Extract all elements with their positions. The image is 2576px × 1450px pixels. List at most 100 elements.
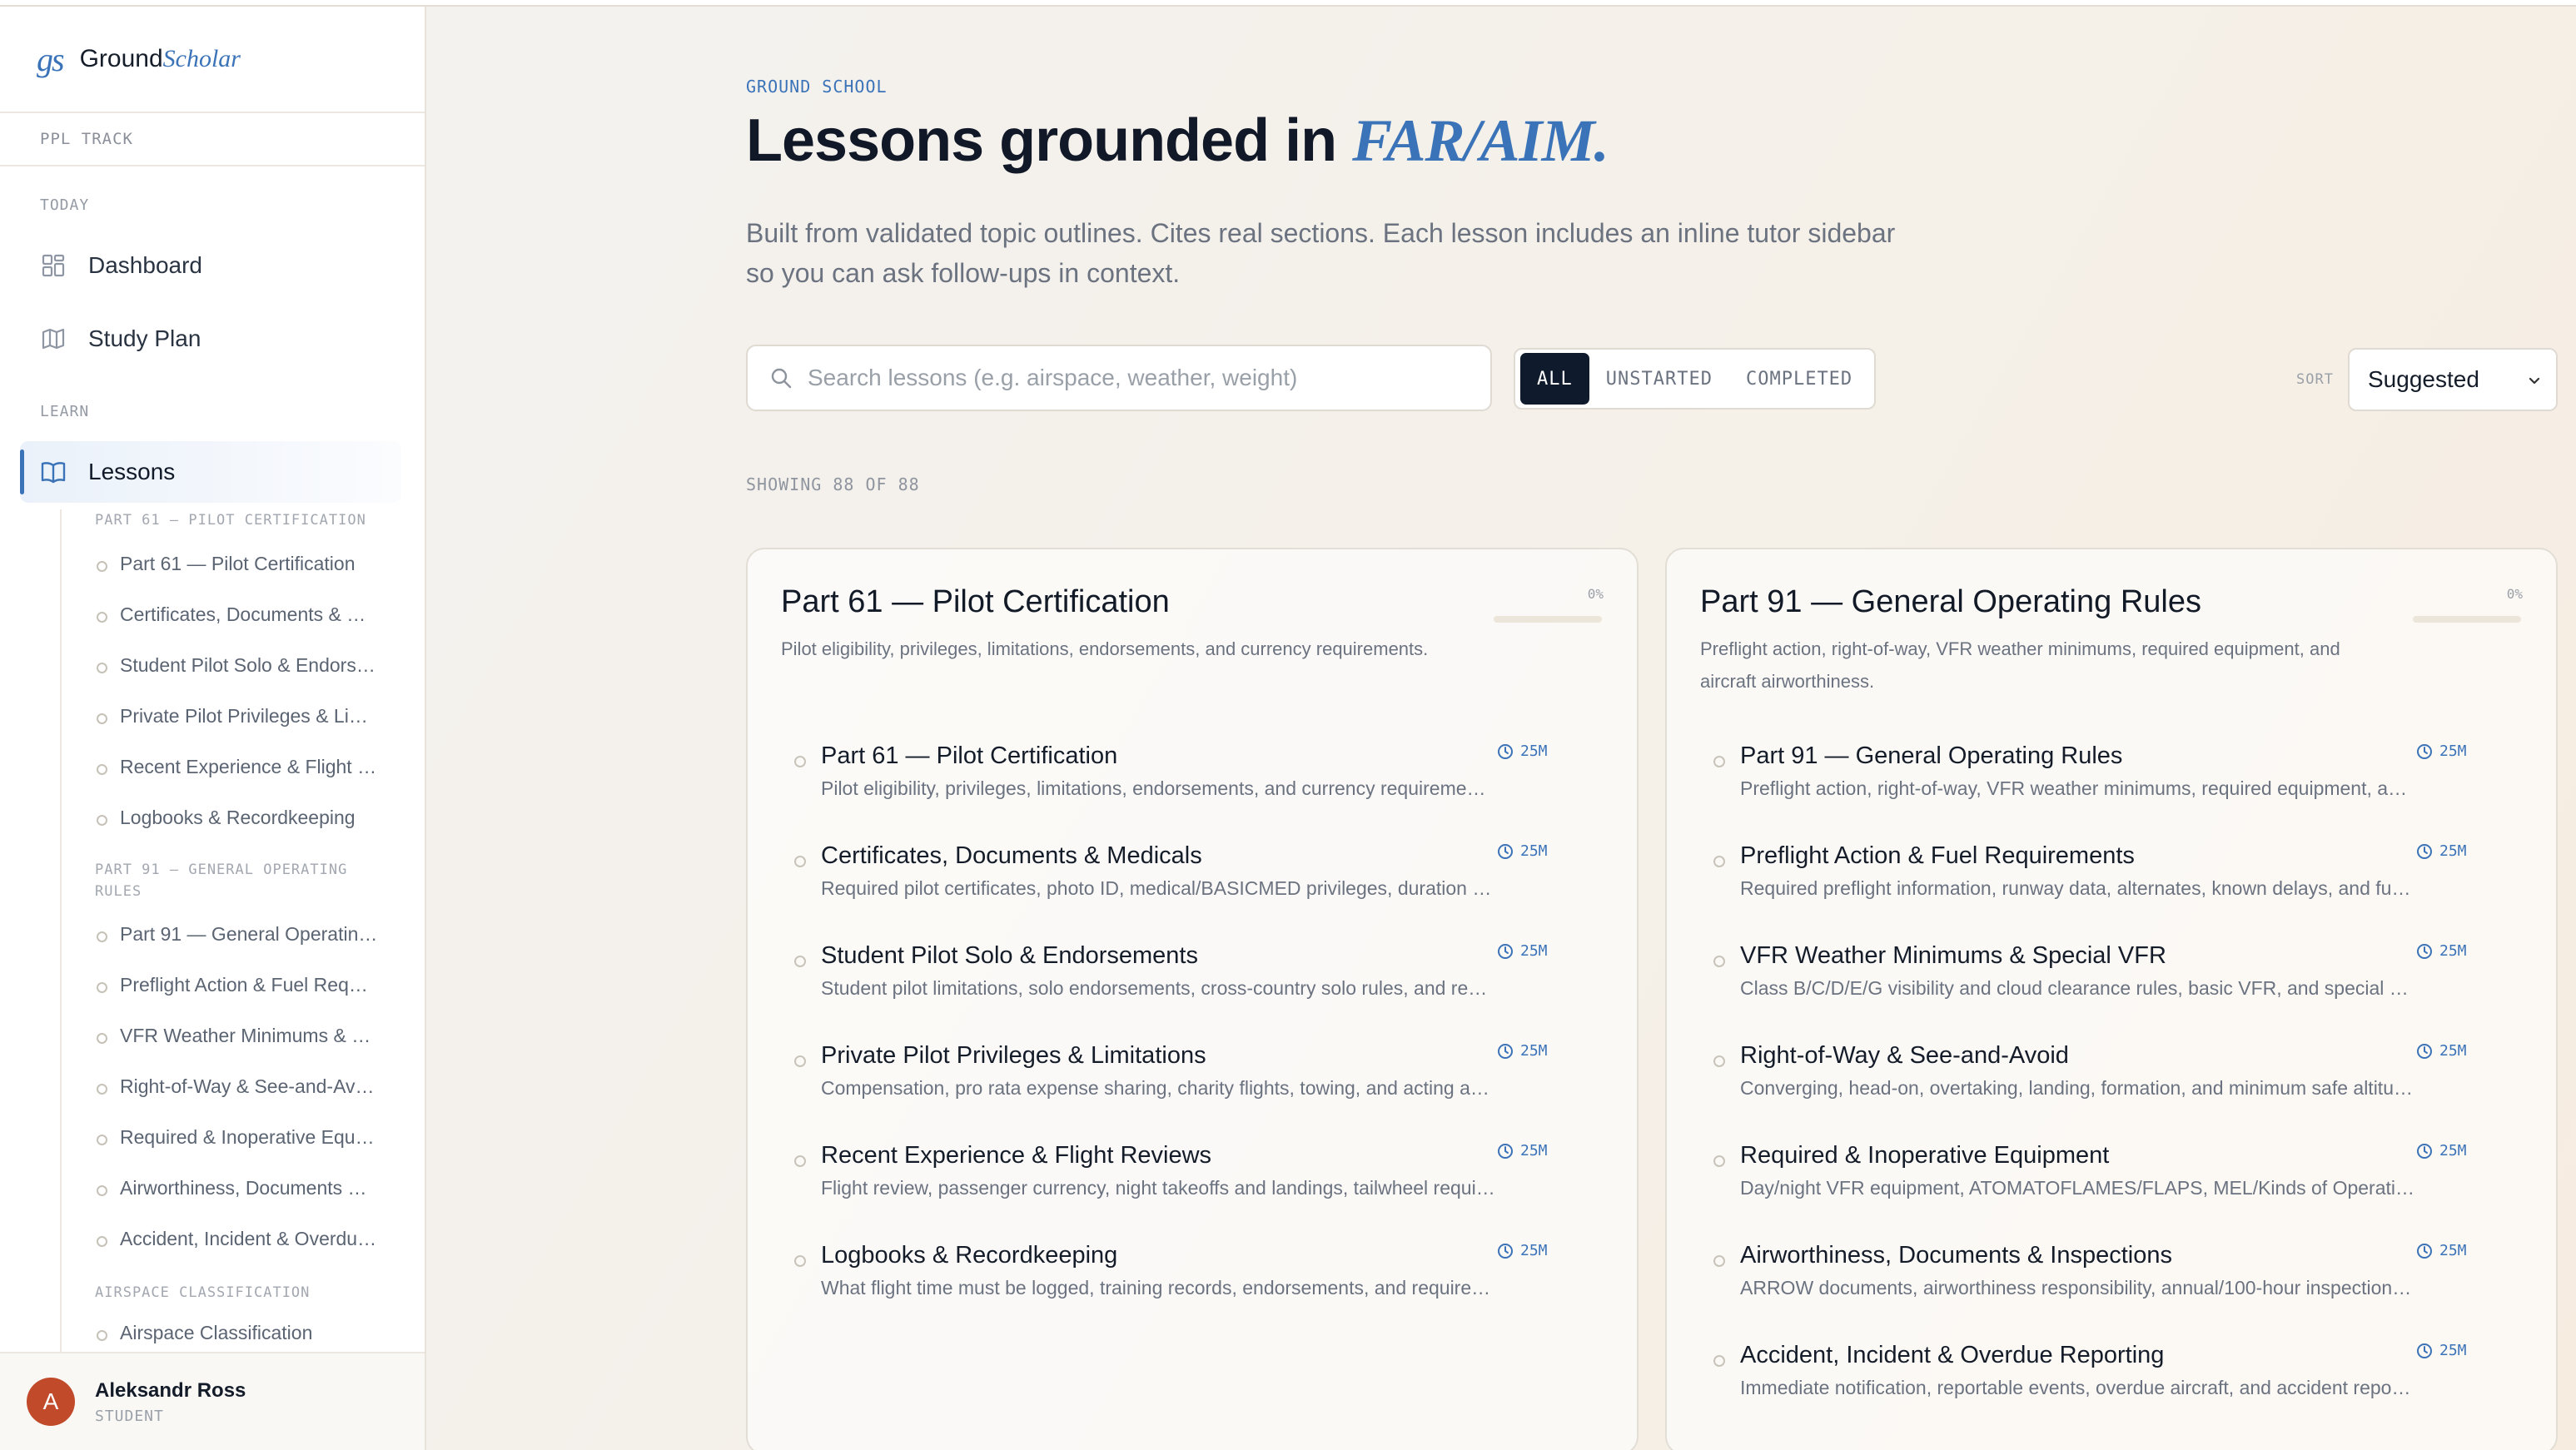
subtree-item[interactable]: Recent Experience & Flight Reviews bbox=[95, 756, 378, 778]
results-count: SHOWING 88 OF 88 bbox=[746, 474, 920, 494]
subtree-group-label: AIRSPACE CLASSIFICATION bbox=[95, 1284, 311, 1301]
lesson-row[interactable]: VFR Weather Minimums & Special VFR Class… bbox=[1700, 942, 2524, 1034]
subtree-item[interactable]: Airworthiness, Documents & Inspections bbox=[95, 1177, 378, 1199]
status-circle-icon bbox=[794, 856, 806, 867]
subtree-item[interactable]: Required & Inoperative Equipment bbox=[95, 1126, 378, 1149]
lesson-description: Student pilot limitations, solo endorsem… bbox=[821, 977, 1495, 999]
lesson-duration: 25M bbox=[1497, 1242, 1548, 1259]
subtree-item[interactable]: Part 61 — Pilot Certification bbox=[95, 553, 378, 575]
subtree-item[interactable]: VFR Weather Minimums & Special VFR bbox=[95, 1025, 378, 1047]
sidebar-item-label: Study Plan bbox=[88, 325, 201, 351]
lesson-title: Accident, Incident & Overdue Reporting bbox=[1740, 1342, 2165, 1368]
lesson-row[interactable]: Required & Inoperative Equipment Day/nig… bbox=[1700, 1142, 2524, 1234]
window-top-border bbox=[0, 0, 2576, 7]
brand-name-ground: Ground bbox=[79, 45, 163, 72]
module-card-part-91[interactable]: Part 91 — General Operating Rules Prefli… bbox=[1665, 548, 2558, 1450]
status-circle-icon bbox=[794, 956, 806, 967]
user-role: STUDENT bbox=[95, 1407, 164, 1425]
lesson-row[interactable]: Student Pilot Solo & Endorsements Studen… bbox=[781, 942, 1605, 1034]
clock-icon bbox=[1497, 843, 1514, 860]
sidebar-item-study-plan[interactable]: Study Plan bbox=[20, 308, 401, 370]
lesson-row[interactable]: Logbooks & Recordkeeping What flight tim… bbox=[781, 1242, 1605, 1333]
status-circle-icon bbox=[794, 756, 806, 767]
subtree-item[interactable]: Student Pilot Solo & Endorsements bbox=[95, 654, 378, 677]
subtree-item[interactable]: Right-of-Way & See-and-Avoid bbox=[95, 1075, 378, 1098]
lesson-row[interactable]: Accident, Incident & Overdue Reporting I… bbox=[1700, 1342, 2524, 1433]
brand-name-scholar: Scholar bbox=[162, 45, 241, 72]
lesson-title: Part 61 — Pilot Certification bbox=[821, 742, 1118, 769]
lesson-row[interactable]: Private Pilot Privileges & Limitations C… bbox=[781, 1042, 1605, 1134]
brand-logo[interactable]: gs GroundScholar bbox=[0, 7, 425, 113]
sidebar-item-lessons[interactable]: Lessons bbox=[20, 441, 401, 503]
lesson-description: Class B/C/D/E/G visibility and cloud cle… bbox=[1740, 977, 2414, 999]
duration-value: 25M bbox=[1520, 942, 1548, 960]
status-circle-icon bbox=[1713, 756, 1725, 767]
subtree-item[interactable]: Private Pilot Privileges & Limitations bbox=[95, 705, 378, 727]
clock-icon bbox=[2416, 1143, 2433, 1160]
lesson-description: Pilot eligibility, privileges, limitatio… bbox=[821, 777, 1495, 799]
sidebar-item-dashboard[interactable]: Dashboard bbox=[20, 235, 401, 296]
search-input[interactable] bbox=[808, 365, 1474, 391]
duration-value: 25M bbox=[1520, 1142, 1548, 1160]
filter-unstarted[interactable]: UNSTARTED bbox=[1589, 353, 1729, 405]
lesson-title: Private Pilot Privileges & Limitations bbox=[821, 1042, 1206, 1069]
lesson-duration: 25M bbox=[2416, 1342, 2467, 1359]
status-circle-icon bbox=[1713, 1355, 1725, 1367]
lesson-duration: 25M bbox=[1497, 1042, 1548, 1060]
lessons-subtree: PART 61 — PILOT CERTIFICATION Part 61 — … bbox=[60, 509, 393, 1358]
clock-icon bbox=[2416, 1243, 2433, 1259]
user-profile[interactable]: A Aleksandr Ross STUDENT bbox=[0, 1352, 425, 1450]
sidebar-item-label: Dashboard bbox=[88, 252, 202, 278]
clock-icon bbox=[1497, 943, 1514, 960]
lesson-row[interactable]: Preflight Action & Fuel Requirements Req… bbox=[1700, 842, 2524, 934]
duration-value: 25M bbox=[1520, 1042, 1548, 1060]
subtree-item[interactable]: Part 91 — General Operating Rules bbox=[95, 923, 378, 946]
lesson-description: Preflight action, right-of-way, VFR weat… bbox=[1740, 777, 2414, 799]
lesson-row[interactable]: Recent Experience & Flight Reviews Fligh… bbox=[781, 1142, 1605, 1234]
duration-value: 25M bbox=[2439, 742, 2467, 760]
lesson-title: Preflight Action & Fuel Requirements bbox=[1740, 842, 2135, 869]
subtree-item[interactable]: Logbooks & Recordkeeping bbox=[95, 807, 378, 829]
status-circle-icon bbox=[794, 1055, 806, 1067]
search-box[interactable] bbox=[746, 345, 1492, 411]
status-circle-icon bbox=[1713, 856, 1725, 867]
subtree-item[interactable]: Airspace Classification bbox=[95, 1322, 378, 1344]
status-circle-icon bbox=[1713, 1155, 1725, 1167]
lesson-duration: 25M bbox=[2416, 1142, 2467, 1160]
sidebar-item-label: Lessons bbox=[88, 459, 176, 484]
filter-completed[interactable]: COMPLETED bbox=[1729, 353, 1869, 405]
filter-tabs: ALL UNSTARTED COMPLETED bbox=[1514, 348, 1877, 410]
section-label-today: TODAY bbox=[40, 196, 90, 214]
clock-icon bbox=[2416, 743, 2433, 760]
page-eyebrow: GROUND SCHOOL bbox=[746, 77, 888, 97]
section-label-learn: LEARN bbox=[40, 403, 90, 420]
module-card-part-61[interactable]: Part 61 — Pilot Certification Pilot elig… bbox=[746, 548, 1639, 1450]
card-progress-bar bbox=[2413, 616, 2521, 623]
lesson-row[interactable]: Certificates, Documents & Medicals Requi… bbox=[781, 842, 1605, 934]
card-progress-bar bbox=[1494, 616, 1602, 623]
lesson-duration: 25M bbox=[2416, 942, 2467, 960]
lesson-row[interactable]: Part 61 — Pilot Certification Pilot elig… bbox=[781, 742, 1605, 834]
subtree-item[interactable]: Preflight Action & Fuel Requirements bbox=[95, 974, 378, 996]
lesson-title: Logbooks & Recordkeeping bbox=[821, 1242, 1118, 1269]
page-title: Lessons grounded in FAR/AIM. bbox=[746, 107, 1609, 176]
lesson-row[interactable]: Airworthiness, Documents & Inspections A… bbox=[1700, 1242, 2524, 1333]
lesson-description: Day/night VFR equipment, ATOMATOFLAMES/F… bbox=[1740, 1177, 2414, 1199]
lesson-title: Required & Inoperative Equipment bbox=[1740, 1142, 2110, 1169]
clock-icon bbox=[2416, 843, 2433, 860]
duration-value: 25M bbox=[1520, 1242, 1548, 1259]
lesson-row[interactable]: Part 91 — General Operating Rules Prefli… bbox=[1700, 742, 2524, 834]
lesson-description: Flight review, passenger currency, night… bbox=[821, 1177, 1495, 1199]
map-icon bbox=[40, 325, 67, 352]
status-circle-icon bbox=[794, 1155, 806, 1167]
subtree-item[interactable]: Accident, Incident & Overdue Reporting bbox=[95, 1228, 378, 1250]
subtree-group-label: PART 91 — GENERAL OPERATING RULES bbox=[95, 862, 348, 900]
duration-value: 25M bbox=[2439, 942, 2467, 960]
sort-select[interactable]: Suggested bbox=[2348, 348, 2558, 411]
status-circle-icon bbox=[794, 1255, 806, 1267]
filter-all[interactable]: ALL bbox=[1520, 353, 1589, 405]
lesson-duration: 25M bbox=[1497, 842, 1548, 860]
book-icon bbox=[40, 459, 67, 485]
lesson-row[interactable]: Right-of-Way & See-and-Avoid Converging,… bbox=[1700, 1042, 2524, 1134]
subtree-item[interactable]: Certificates, Documents & Medicals bbox=[95, 603, 378, 626]
